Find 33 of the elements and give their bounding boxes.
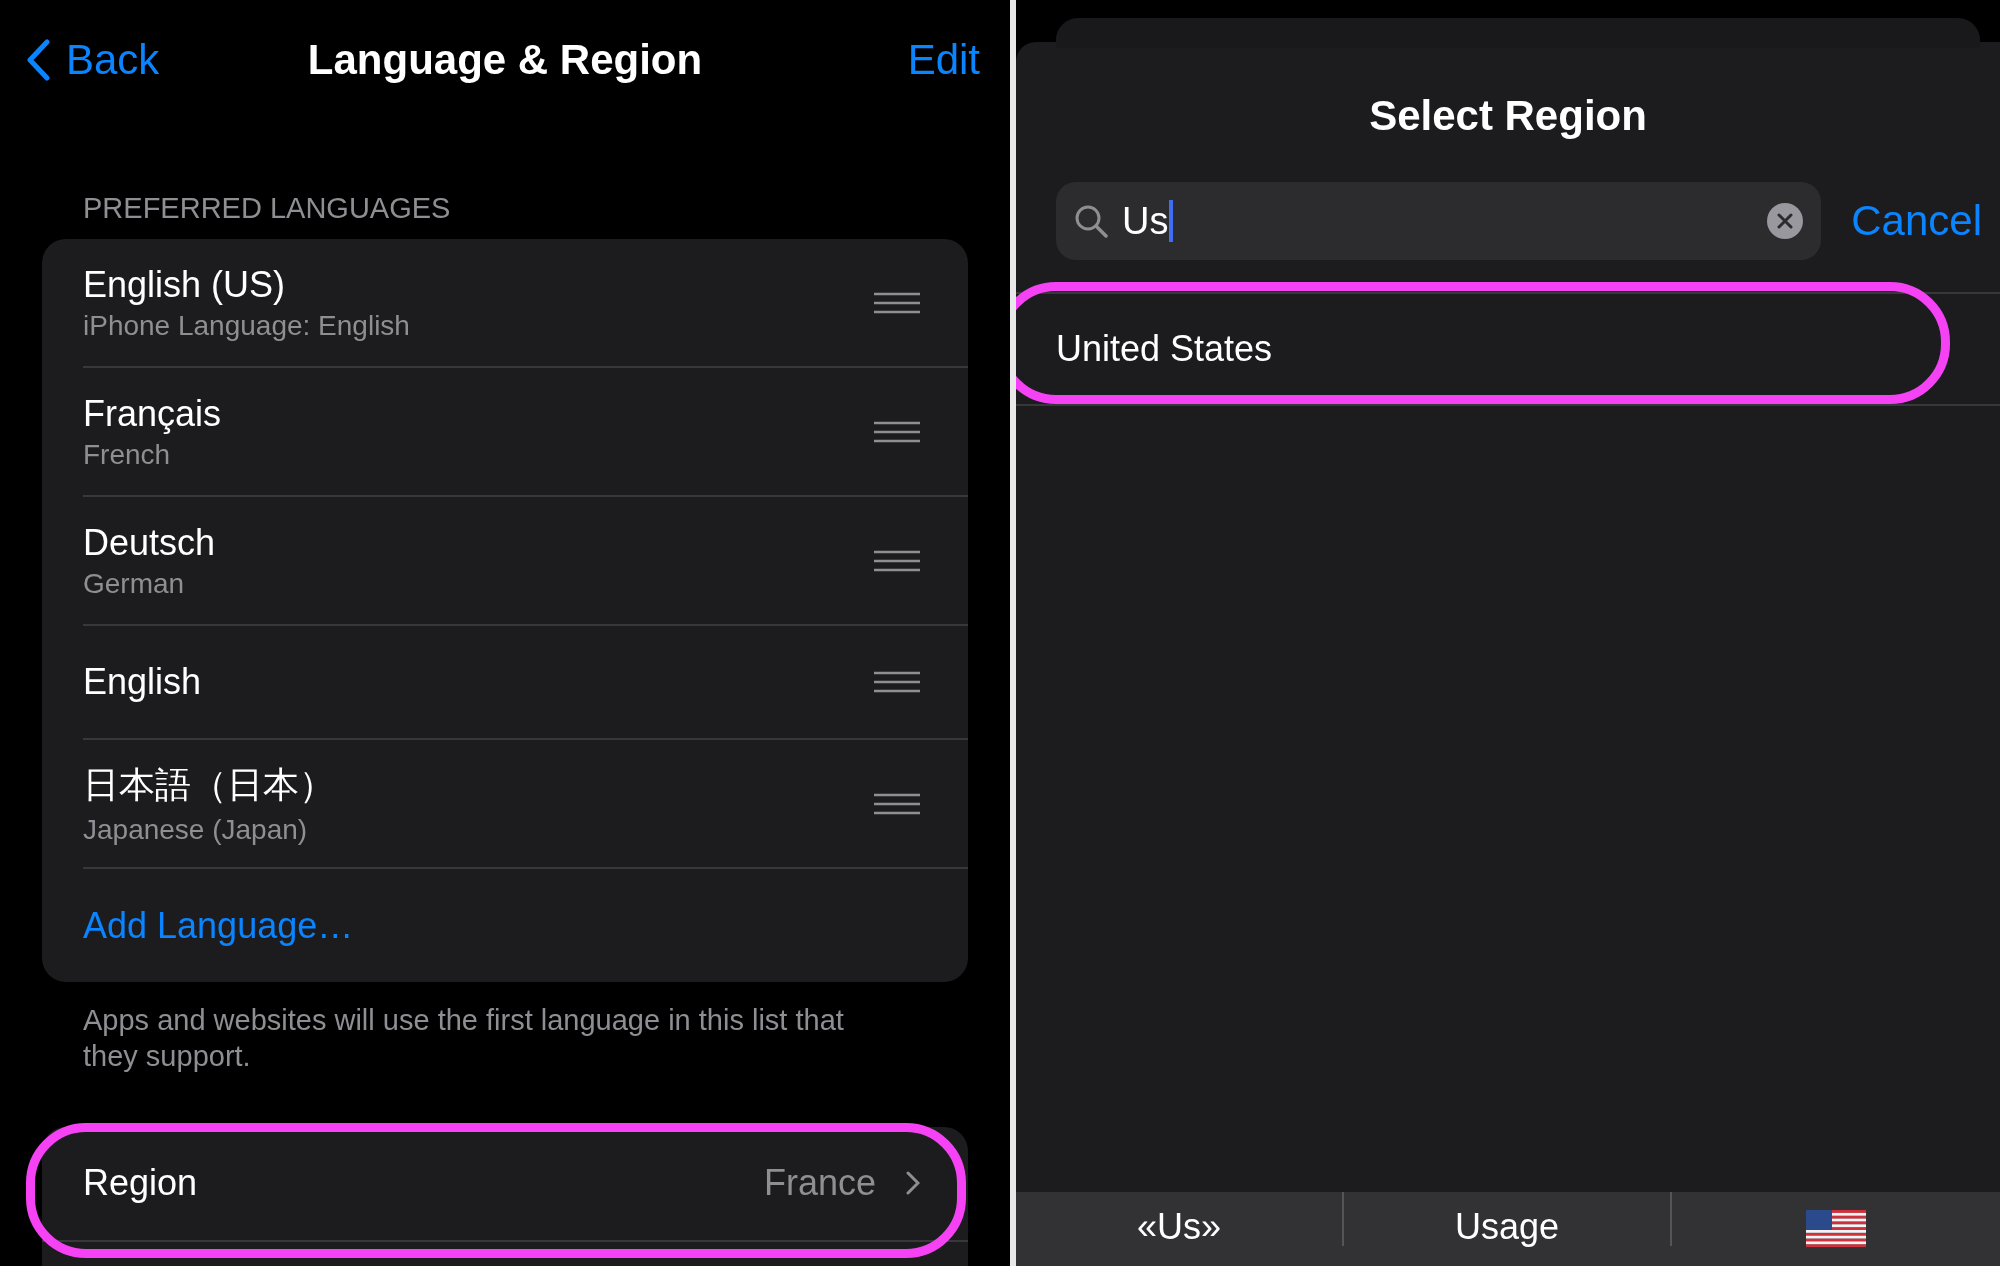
footer-note: Apps and websites will use the first language in this list that they support. [82, 1003, 845, 1075]
drag-handle-icon[interactable] [874, 792, 920, 815]
region-value: France [763, 1162, 876, 1204]
region-result[interactable]: United States [1056, 328, 1273, 370]
suggestion[interactable]: «Us» [1136, 1204, 1221, 1246]
drag-handle-icon[interactable] [874, 291, 920, 314]
suggestion[interactable]: Usage [1454, 1204, 1560, 1246]
search-field[interactable]: Us [1056, 182, 1822, 260]
language-name: English [83, 661, 202, 703]
search-icon [1074, 204, 1108, 238]
chevron-left-icon [26, 39, 50, 81]
add-language-link[interactable]: Add Language… [83, 904, 354, 947]
language-name: Français [83, 392, 222, 435]
drag-handle-icon[interactable] [874, 549, 920, 572]
language-name: 日本語（日本） [83, 763, 335, 807]
cancel-button[interactable]: Cancel [1851, 197, 2000, 245]
language-subtitle: Japanese (Japan) [83, 814, 309, 846]
language-name: English (US) [83, 263, 287, 306]
chevron-right-icon [906, 1171, 920, 1195]
drag-handle-icon[interactable] [874, 420, 920, 443]
clear-icon[interactable] [1767, 203, 1804, 239]
language-subtitle: French [83, 438, 172, 471]
screen-title: Language & Region [307, 36, 703, 84]
language-subtitle: German [83, 567, 186, 600]
sheet-title: Select Region [1368, 91, 1648, 140]
edit-button[interactable]: Edit [907, 36, 988, 84]
section-header: PREFERRED LANGUAGES [82, 191, 452, 226]
back-button[interactable]: Back [22, 36, 160, 84]
language-name: Deutsch [83, 521, 216, 564]
flag-icon[interactable] [1806, 1210, 1866, 1250]
drag-handle-icon[interactable] [874, 671, 920, 693]
region-label[interactable]: Region [83, 1162, 764, 1204]
language-subtitle: iPhone Language: English [83, 309, 410, 342]
